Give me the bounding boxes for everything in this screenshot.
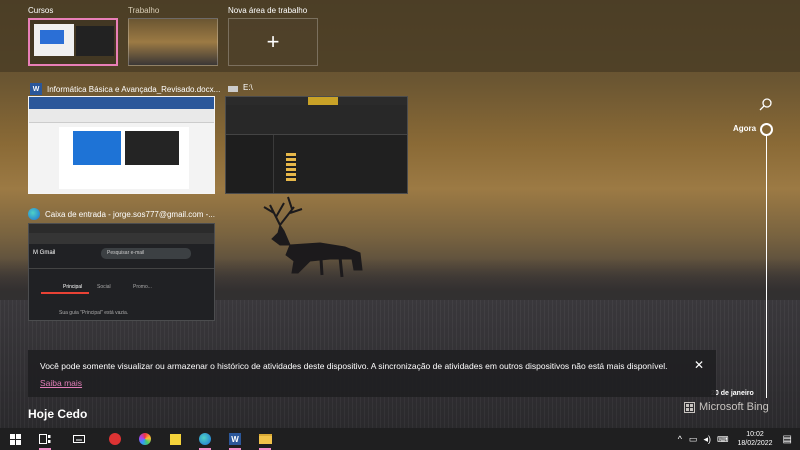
edge-icon: [199, 433, 211, 445]
gmail-tab-promo[interactable]: Promo...: [133, 280, 152, 294]
taskbar-app-edge[interactable]: [190, 428, 220, 450]
timeline-now-marker[interactable]: [760, 123, 773, 136]
word-icon: W: [30, 83, 42, 95]
deer-silhouette: [263, 196, 363, 278]
windows-icon: [9, 433, 21, 445]
explorer-window-thumbnail[interactable]: [225, 96, 408, 194]
gmail-empty-text: Sua guia "Principal" está vazia.: [59, 310, 129, 316]
desktop-label: Cursos: [28, 6, 54, 15]
section-heading: Hoje Cedo: [28, 407, 88, 421]
taskbar-app-paint[interactable]: [130, 428, 160, 450]
notice-text: Você pode somente visualizar ou armazena…: [40, 361, 668, 371]
desktop-thumbnail[interactable]: [128, 18, 218, 66]
bing-watermark-text: Microsoft Bing: [699, 401, 769, 413]
task-view-icon: [39, 434, 51, 444]
notifications-icon[interactable]: ▤: [783, 434, 792, 445]
taskbar-app-photos[interactable]: [100, 428, 130, 450]
start-button[interactable]: [0, 428, 30, 450]
close-icon[interactable]: ✕: [694, 358, 704, 372]
desktop-new[interactable]: Nova área de trabalho +: [228, 6, 318, 66]
gmail-search[interactable]: Pesquisar e-mail: [101, 248, 191, 259]
language-icon[interactable]: ⌨: [717, 435, 729, 444]
sync-notice-banner: Você pode somente visualizar ou armazena…: [28, 350, 716, 397]
taskbar-app-explorer[interactable]: [250, 428, 280, 450]
keyboard-icon: [73, 435, 85, 443]
new-desktop-button[interactable]: +: [228, 18, 318, 66]
desktop-label: Trabalho: [128, 6, 160, 15]
drive-icon: [228, 86, 238, 92]
virtual-desktops-bar: [0, 0, 800, 72]
keyboard-button[interactable]: [64, 428, 94, 450]
learn-more-link[interactable]: Saiba mais: [40, 378, 82, 388]
desktop-cursos[interactable]: Cursos: [28, 6, 118, 66]
word-window-title[interactable]: W Informática Básica e Avançada_Revisado…: [30, 83, 220, 95]
color-app-icon: [139, 433, 151, 445]
taskbar: W ^ ▭ ◂) ⌨ 10:02 18/02/2022 ▤: [0, 428, 800, 450]
folder-icon: [258, 434, 272, 444]
taskbar-app-sticky-notes[interactable]: [160, 428, 190, 450]
network-icon[interactable]: ▭: [689, 434, 698, 445]
window-title-text: Informática Básica e Avançada_Revisado.d…: [47, 84, 221, 94]
edge-window-title[interactable]: Caixa de entrada - jorge.sos777@gmail.co…: [28, 208, 215, 220]
desktop-thumbnail[interactable]: [28, 18, 118, 66]
gmail-logo: M Gmail: [33, 250, 56, 256]
edge-icon: [28, 208, 40, 220]
chevron-up-icon[interactable]: ^: [678, 434, 682, 444]
search-icon[interactable]: [759, 97, 773, 111]
bing-logo-icon: [684, 401, 695, 413]
volume-icon[interactable]: ◂): [703, 434, 711, 445]
desktop-trabalho[interactable]: Trabalho: [128, 6, 218, 66]
bing-watermark: Microsoft Bing: [684, 401, 769, 413]
taskbar-app-word[interactable]: W: [220, 428, 250, 450]
clock[interactable]: 10:02 18/02/2022: [738, 430, 773, 448]
window-title-text: E:\: [243, 83, 253, 92]
timeline-date-label: 20 de janeiro: [711, 390, 754, 397]
desktop-label: Nova área de trabalho: [228, 6, 308, 15]
timeline-now-label: Agora: [733, 124, 757, 133]
plus-icon: +: [266, 29, 280, 54]
gmail-tab-social[interactable]: Social: [97, 280, 111, 294]
explorer-window-title[interactable]: E:\: [228, 83, 253, 92]
timeline-scrollbar[interactable]: [766, 136, 767, 398]
clock-time: 10:02: [746, 431, 764, 438]
person-app-icon: [109, 433, 121, 445]
clock-date: 18/02/2022: [737, 440, 773, 447]
task-view-button[interactable]: [30, 428, 60, 450]
window-title-text: Caixa de entrada - jorge.sos777@gmail.co…: [45, 209, 215, 219]
gmail-tab-principal[interactable]: Principal: [41, 280, 89, 294]
sticky-notes-icon: [169, 433, 181, 445]
word-icon: W: [229, 433, 241, 445]
word-window-thumbnail[interactable]: [28, 96, 215, 194]
edge-window-thumbnail[interactable]: M Gmail Pesquisar e-mail Principal Socia…: [28, 223, 215, 321]
system-tray: ^ ▭ ◂) ⌨ 10:02 18/02/2022 ▤: [674, 428, 800, 450]
